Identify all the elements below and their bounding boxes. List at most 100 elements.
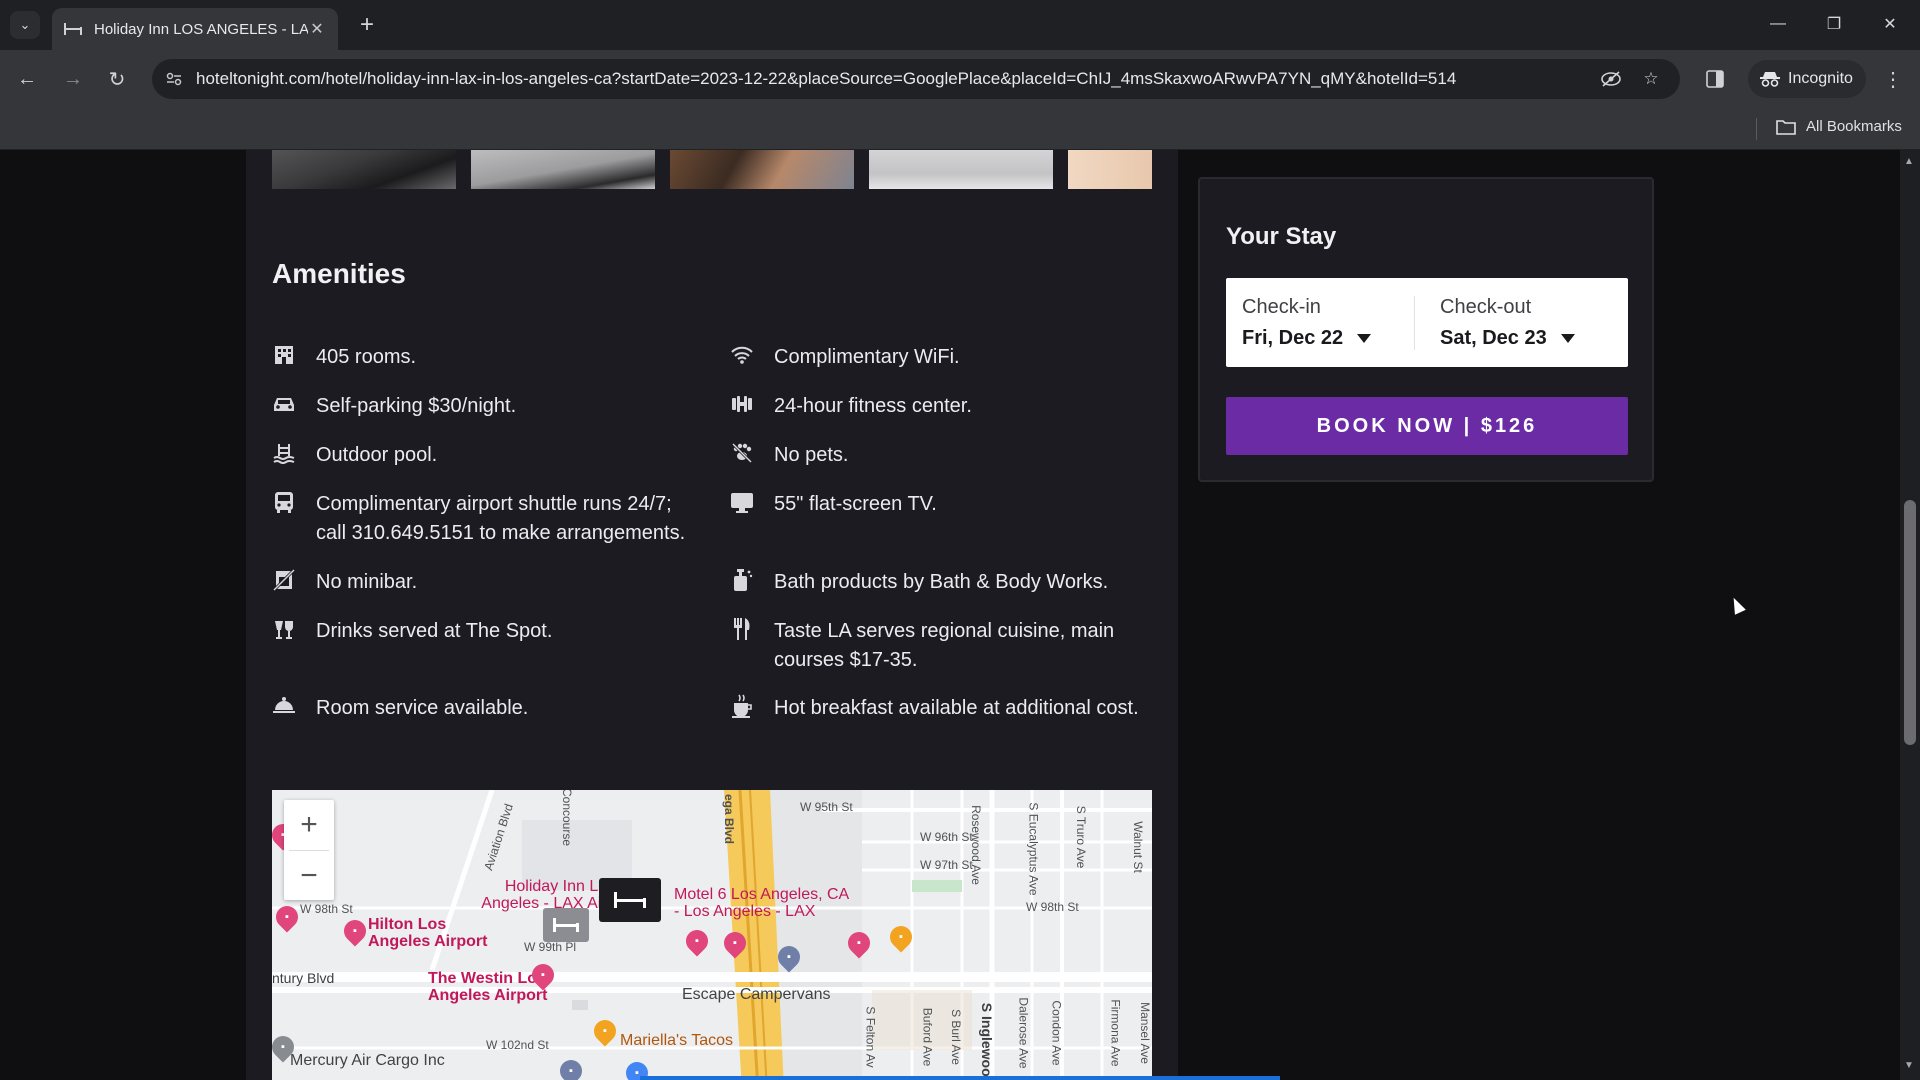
minimize-button[interactable]: —	[1756, 8, 1800, 40]
browser-menu-icon[interactable]: ⋮	[1878, 62, 1908, 96]
scroll-up-arrow-icon[interactable]: ▲	[1904, 156, 1914, 167]
map-poi-motel6[interactable]: Motel 6 Los Angeles, CA - Los Angeles - …	[674, 886, 854, 920]
amenity-item: Complimentary airport shuttle runs 24/7;…	[272, 490, 701, 548]
map-street-label: S Burl Ave	[948, 1009, 963, 1065]
checkout-selector[interactable]: Check-out Sat, Dec 23	[1440, 296, 1575, 350]
map-street-label: W 99th Pl	[524, 940, 577, 954]
checkin-value: Fri, Dec 22	[1242, 327, 1344, 349]
map-street-label: Dalerose Ave	[1016, 997, 1031, 1069]
hotel-pin-icon[interactable]: ▪	[339, 915, 371, 947]
amenity-text: 55" flat-screen TV.	[774, 493, 937, 515]
amenity-text: Drinks served at The Spot.	[316, 620, 553, 642]
address-bar[interactable]: hoteltonight.com/hotel/holiday-inn-lax-i…	[152, 59, 1680, 99]
amenity-text: 405 rooms.	[316, 346, 417, 368]
map-street-label: ntury Blvd	[272, 970, 335, 986]
map-street-label: S Felton Av	[863, 1006, 878, 1068]
hotel-pin-icon[interactable]: ▪	[527, 959, 559, 991]
forward-button[interactable]: →	[56, 62, 90, 96]
building-icon	[272, 343, 296, 367]
bookmark-star-icon[interactable]: ☆	[1638, 67, 1664, 91]
side-panel-icon[interactable]	[1700, 62, 1730, 96]
map-poi-escape-campervans[interactable]: Escape Campervans	[682, 986, 831, 1004]
shopping-pin-icon[interactable]: ▪	[773, 941, 805, 973]
back-button[interactable]: ←	[10, 62, 44, 96]
bookmarks-divider	[1756, 118, 1757, 140]
dumbbell-icon	[730, 392, 754, 416]
amenity-item: Hot breakfast available at additional co…	[730, 694, 1144, 723]
hotel-photo[interactable]	[471, 150, 655, 189]
chevron-down-icon	[1560, 334, 1575, 343]
amenities-heading: Amenities	[272, 258, 406, 289]
checkout-value-row[interactable]: Sat, Dec 23	[1440, 327, 1575, 350]
amenity-text: Room service available.	[316, 697, 529, 719]
hotel-pin-icon[interactable]: ▪	[843, 927, 875, 959]
tab-title: Holiday Inn LOS ANGELES - LA	[94, 20, 308, 38]
map-poi-mercury-air-cargo[interactable]: Mercury Air Cargo Inc	[290, 1052, 445, 1070]
restaurant-pin-icon[interactable]: ▪	[589, 1015, 621, 1047]
date-divider	[1414, 296, 1415, 350]
date-picker: Check-in Fri, Dec 22 Check-out Sat, Dec …	[1226, 278, 1628, 367]
amenity-text: No pets.	[774, 444, 849, 466]
map-street-label: W 98th St	[300, 902, 353, 916]
hotel-map[interactable]: Aviation Blvd Concourse ega Blvd W 95th …	[272, 790, 1152, 1080]
map-street-label: W 98th St	[1026, 900, 1079, 914]
checkin-value-row[interactable]: Fri, Dec 22	[1242, 327, 1372, 350]
hotel-main-column: Amenities 405 rooms. Self-parking $30/ni…	[246, 150, 1178, 1080]
checkin-selector[interactable]: Check-in Fri, Dec 22	[1242, 296, 1372, 350]
restaurant-pin-icon[interactable]: ▪	[885, 921, 917, 953]
amenity-text: Complimentary airport shuttle runs 24/7;…	[316, 493, 686, 544]
hotel-photo[interactable]	[869, 150, 1053, 189]
folder-icon	[1776, 119, 1796, 135]
map-poi-hilton[interactable]: Hilton Los Angeles Airport	[368, 916, 488, 950]
wifi-icon	[730, 343, 754, 367]
site-info-icon[interactable]	[162, 67, 186, 91]
map-poi-westin[interactable]: The Westin Los Angeles Airport	[428, 970, 548, 1004]
amenity-item: Bath products by Bath & Body Works.	[730, 568, 1144, 597]
map-poi-mariellas-tacos[interactable]: Mariella's Tacos	[620, 1032, 733, 1050]
reload-button[interactable]: ↻	[100, 62, 134, 96]
amenity-text: Outdoor pool.	[316, 444, 438, 466]
shopping-pin-icon[interactable]: ▪	[555, 1055, 587, 1080]
map-street-label: Walnut St	[1130, 821, 1145, 873]
hotel-photo[interactable]	[670, 150, 854, 189]
all-bookmarks-button[interactable]: All Bookmarks	[1776, 118, 1902, 135]
amenity-text: 24-hour fitness center.	[774, 395, 972, 417]
scroll-thumb[interactable]	[1904, 500, 1916, 745]
scroll-down-arrow-icon[interactable]: ▼	[1904, 1060, 1914, 1071]
hotel-pin-icon[interactable]: ▪	[272, 901, 303, 933]
amenity-text: No minibar.	[316, 571, 418, 593]
map-street-label: Condon Ave	[1049, 1000, 1064, 1066]
amenity-item: No pets.	[730, 441, 1144, 470]
hotel-pin-icon[interactable]: ▪	[681, 925, 713, 957]
zoom-out-button[interactable]: −	[284, 851, 334, 901]
map-street-label: Buford Ave	[920, 1007, 935, 1067]
page-viewport: Amenities 405 rooms. Self-parking $30/ni…	[0, 150, 1920, 1080]
book-now-button[interactable]: BOOK NOW | $126	[1226, 397, 1628, 455]
cloche-icon	[272, 694, 296, 718]
selected-hotel-marker-icon[interactable]	[599, 878, 661, 922]
active-tab[interactable]: Holiday Inn LOS ANGELES - LA ✕	[52, 8, 338, 50]
hotel-photo[interactable]	[272, 150, 456, 189]
map-street-label: Firmona Ave	[1108, 999, 1123, 1067]
amenity-item: 24-hour fitness center.	[730, 392, 1144, 421]
tracking-protection-icon[interactable]	[1598, 67, 1624, 91]
new-tab-button[interactable]: +	[352, 10, 382, 40]
tab-close-icon[interactable]: ✕	[308, 19, 326, 39]
map-street-label: Mansel Ave	[1137, 1002, 1152, 1064]
close-window-button[interactable]: ✕	[1868, 8, 1912, 40]
amenity-text: Self-parking $30/night.	[316, 395, 517, 417]
map-street-label: S Truro Ave	[1074, 805, 1089, 869]
your-stay-card: Your Stay Check-in Fri, Dec 22 Check-out…	[1198, 177, 1654, 482]
nearby-hotel-marker-icon[interactable]	[543, 908, 589, 942]
zoom-in-button[interactable]: +	[284, 800, 334, 850]
page-scrollbar[interactable]: ▲ ▼	[1900, 150, 1920, 1080]
hotel-pin-icon[interactable]: ▪	[719, 927, 751, 959]
car-icon	[272, 392, 296, 416]
incognito-indicator[interactable]: Incognito	[1748, 60, 1866, 98]
hotel-photo[interactable]	[1068, 150, 1152, 189]
restore-button[interactable]: ❐	[1812, 8, 1856, 40]
map-street-label: ega Blvd	[722, 793, 737, 845]
tab-search-button[interactable]: ⌄	[10, 11, 40, 39]
map-street-label: S Eucalyptus Ave	[1026, 802, 1041, 896]
browser-tab-bar: ⌄ Holiday Inn LOS ANGELES - LA ✕ + — ❐ ✕	[0, 0, 1920, 50]
